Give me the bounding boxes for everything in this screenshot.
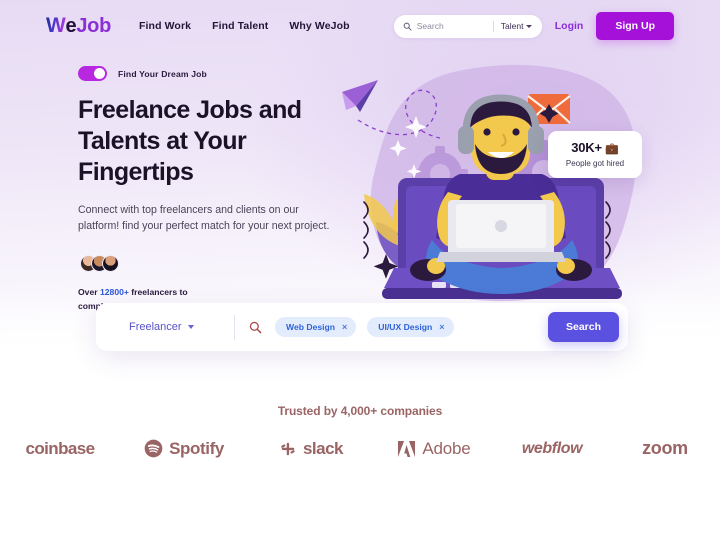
- tag-label: UI/UX Design: [378, 322, 433, 332]
- hero-eyebrow-label: Find Your Dream Job: [118, 68, 207, 79]
- spotify-icon: [144, 439, 163, 458]
- brand-label: webflow: [521, 439, 583, 457]
- close-icon[interactable]: ×: [342, 322, 347, 332]
- tag-label: Web Design: [286, 322, 336, 332]
- brand-label: coinbase: [25, 438, 96, 458]
- hero-subtext: Connect with top freelancers and clients…: [78, 204, 330, 233]
- logo-text-job: Job: [76, 15, 112, 37]
- brand-label: Adobe: [422, 438, 471, 458]
- brand-label: slack: [302, 438, 344, 458]
- login-link[interactable]: Login: [555, 20, 584, 32]
- brand-adobe: Adobe: [374, 439, 494, 459]
- nav-why-wejob[interactable]: Why WeJob: [289, 20, 349, 32]
- stat-prefix: Over: [78, 287, 98, 298]
- brand-logos: coinbase Spotify slack Adobe webflow zoo…: [0, 438, 720, 459]
- dream-job-toggle[interactable]: [78, 66, 107, 81]
- brand-webflow: webflow: [494, 440, 610, 458]
- search-scope-select[interactable]: Talent: [501, 21, 533, 31]
- category-label: Freelancer: [129, 321, 182, 333]
- avatar-stack: [78, 255, 340, 273]
- search-scope-label: Talent: [500, 21, 524, 31]
- close-icon[interactable]: ×: [439, 322, 444, 332]
- nav-find-talent[interactable]: Find Talent: [212, 20, 268, 32]
- hired-stat-card: 30K+ 💼 People got hired: [548, 131, 642, 178]
- hero-illustration: [336, 54, 666, 314]
- logo-wejob[interactable]: We Job: [46, 14, 111, 38]
- search-icon: [403, 22, 412, 31]
- nav-find-work[interactable]: Find Work: [139, 20, 191, 32]
- hero-headline: Freelance Jobs and Talents at Your Finge…: [78, 96, 302, 186]
- paper-plane-icon: [342, 80, 378, 112]
- logo-letter-w: W: [46, 14, 66, 37]
- hero-eyebrow: Find Your Dream Job: [78, 66, 340, 81]
- brand-label: zoom: [642, 438, 688, 458]
- category-select[interactable]: Freelancer: [96, 321, 226, 333]
- signup-button[interactable]: Sign Up: [596, 12, 674, 40]
- stat-number: 12800+: [99, 287, 129, 298]
- brand-label: Spotify: [169, 438, 224, 458]
- search-divider: [492, 20, 494, 32]
- main-nav: Find Work Find Talent Why WeJob: [139, 20, 350, 32]
- stat-suffix: freelancers to: [131, 287, 188, 298]
- trusted-title: Trusted by 4,000+ companies: [277, 404, 443, 418]
- header-actions: Talent Login Sign Up: [393, 12, 674, 40]
- tag-uiux-design[interactable]: UI/UX Design ×: [367, 317, 454, 337]
- logo-letter-e: e: [65, 15, 77, 37]
- header-search-box[interactable]: Talent: [393, 14, 542, 38]
- slack-icon: [281, 442, 295, 455]
- selected-tags: Web Design × UI/UX Design ×: [275, 317, 548, 337]
- hero-copy: Find Your Dream Job Freelance Jobs and T…: [78, 66, 340, 313]
- chevron-down-icon: [526, 24, 533, 28]
- laptop-on-lap: [436, 200, 566, 262]
- site-header: WeJob Find Work Find Talent Why WeJob Ta…: [0, 0, 720, 52]
- brand-slack: slack: [248, 439, 374, 459]
- hired-count: 30K+: [571, 140, 602, 155]
- brand-zoom: zoom: [610, 438, 720, 459]
- card-divider: [234, 314, 235, 340]
- search-input[interactable]: [416, 21, 493, 31]
- motion-lines-left: [363, 201, 369, 259]
- briefcase-icon: 💼: [605, 143, 619, 155]
- job-search-card: Freelancer Web Design × UI/UX Design × S…: [96, 303, 628, 351]
- brand-spotify: Spotify: [120, 439, 248, 459]
- avatar: [102, 255, 119, 273]
- adobe-icon: [398, 440, 416, 457]
- tag-web-design[interactable]: Web Design ×: [275, 317, 357, 337]
- chevron-down-icon: [187, 325, 194, 329]
- magnifier-icon[interactable]: [249, 321, 262, 334]
- brand-coinbase: coinbase: [0, 439, 120, 459]
- hired-caption: People got hired: [565, 159, 625, 168]
- landing-page: WeJob Find Work Find Talent Why WeJob Ta…: [0, 0, 720, 538]
- hired-count-row: 30K+ 💼: [561, 140, 629, 155]
- search-submit-button[interactable]: Search: [548, 312, 619, 342]
